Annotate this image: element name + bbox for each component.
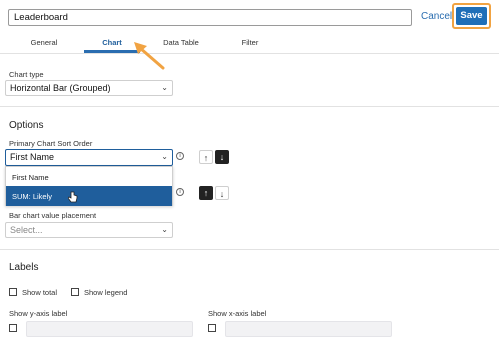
cancel-button[interactable]: Cancel (421, 11, 452, 22)
info-icon[interactable]: i (176, 152, 184, 160)
chevron-down-icon: ⌄ (161, 152, 168, 161)
chart-type-label: Chart type (9, 70, 44, 79)
chart-type-select[interactable]: Horizontal Bar (Grouped) ⌄ (5, 80, 173, 96)
divider (0, 249, 499, 250)
primary-sort-value: First Name (10, 152, 55, 162)
tab-bar: General Chart Data Table Filter (0, 38, 499, 54)
tab-general[interactable]: General (30, 38, 58, 54)
secondary-sort-descending-button[interactable]: ↓ (215, 186, 229, 200)
chart-type-value: Horizontal Bar (Grouped) (10, 83, 111, 93)
value-placement-select[interactable]: Select... ⌄ (5, 222, 173, 238)
show-x-axis-checkbox[interactable] (208, 324, 216, 332)
tab-filter[interactable]: Filter (240, 38, 260, 54)
report-title-input[interactable]: Leaderboard (8, 9, 412, 26)
show-legend-label: Show legend (84, 288, 128, 297)
secondary-sort-ascending-button[interactable]: ↑ (199, 186, 213, 200)
primary-sort-dropdown: First Name SUM: Likely (5, 166, 173, 206)
hand-pointer-icon (68, 191, 78, 203)
show-total-label: Show total (22, 288, 58, 297)
divider (0, 106, 499, 107)
x-axis-label-input[interactable] (225, 321, 392, 337)
show-y-axis-checkbox[interactable] (9, 324, 17, 332)
sort-ascending-button[interactable]: ↑ (199, 150, 213, 164)
chevron-down-icon: ⌄ (161, 83, 168, 92)
sort-descending-button[interactable]: ↓ (215, 150, 229, 164)
dropdown-option-sum-likely[interactable]: SUM: Likely (6, 186, 172, 206)
primary-sort-label: Primary Chart Sort Order (9, 139, 93, 148)
primary-sort-select[interactable]: First Name ⌄ (5, 149, 173, 166)
options-heading: Options (9, 120, 44, 131)
show-x-axis-label: Show x-axis label (208, 309, 267, 318)
value-placement-placeholder: Select... (10, 225, 43, 235)
value-placement-label: Bar chart value placement (9, 211, 97, 220)
info-icon[interactable]: i (176, 188, 184, 196)
show-total-checkbox[interactable] (9, 288, 17, 296)
labels-heading: Labels (9, 262, 39, 273)
show-y-axis-label: Show y-axis label (9, 309, 68, 318)
annotation-arrow-icon (134, 42, 165, 70)
show-legend-checkbox[interactable] (71, 288, 79, 296)
y-axis-label-input[interactable] (26, 321, 193, 337)
dropdown-option-first-name[interactable]: First Name (6, 167, 172, 187)
save-button[interactable]: Save (456, 7, 487, 25)
chevron-down-icon: ⌄ (161, 225, 168, 234)
